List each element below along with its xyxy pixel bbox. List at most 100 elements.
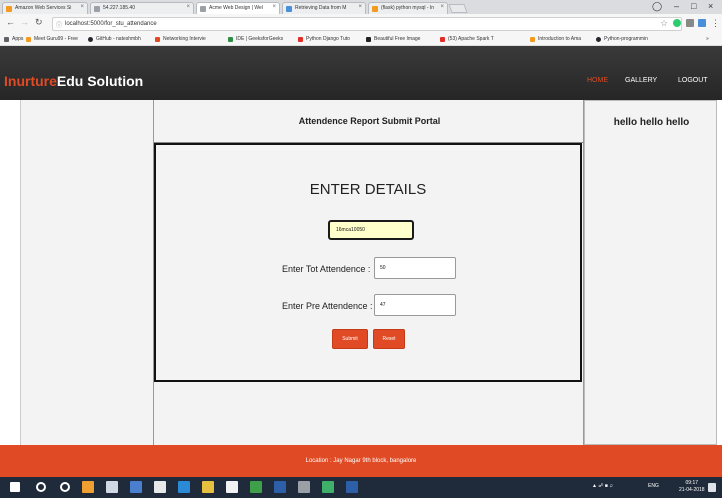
browser-tab[interactable]: Retrieving Data from M × bbox=[282, 2, 366, 14]
bookmark-item[interactable]: Networking Intervie bbox=[155, 36, 206, 42]
cortana-icon[interactable] bbox=[60, 482, 70, 492]
bookmark-item[interactable]: Python-programmin bbox=[596, 36, 648, 42]
app-icon[interactable] bbox=[274, 481, 286, 493]
submit-button[interactable]: Submit bbox=[332, 329, 368, 349]
bookmark-label: Networking Intervie bbox=[163, 36, 206, 42]
footer-location: Location : Jay Nagar 9th block, bangalor… bbox=[305, 458, 417, 464]
nav-home-link[interactable]: HOME bbox=[587, 77, 608, 84]
site-footer: Location : Jay Nagar 9th block, bangalor… bbox=[0, 445, 722, 477]
tab-label: Amazon Web Services Si bbox=[15, 5, 72, 11]
portal-title: Attendence Report Submit Portal bbox=[298, 116, 441, 126]
bookmark-item[interactable]: (53) Apache Spark T bbox=[440, 36, 494, 42]
info-icon: ⓘ bbox=[56, 23, 63, 29]
nav-gallery-link[interactable]: GALLERY bbox=[625, 77, 657, 84]
close-icon[interactable]: × bbox=[186, 4, 190, 10]
bookmark-item[interactable]: IDE | GeeksforGeeks bbox=[228, 36, 283, 42]
back-icon[interactable]: ← bbox=[6, 17, 15, 27]
bookmark-label: Meet Guru99 - Free bbox=[34, 36, 78, 42]
maximize-icon[interactable]: □ bbox=[691, 1, 696, 11]
browser-tab-bar: Amazon Web Services Si × 54.227.185.40 ×… bbox=[0, 0, 722, 14]
url-text: localhost:5000/for_stu_attendance bbox=[65, 21, 157, 27]
sidebar-text: hello hello hello bbox=[613, 117, 690, 128]
bookmark-item[interactable]: GitHub - nateshmbh bbox=[88, 36, 141, 42]
clock-date: 21-04-2018 bbox=[679, 487, 705, 493]
bookmark-item[interactable]: Python Django Tuto bbox=[298, 36, 350, 42]
browser-tab[interactable]: (flask) python mysql - In × bbox=[368, 2, 448, 14]
bookmarks-bar: Apps Meet Guru99 - Free GitHub - nateshm… bbox=[0, 34, 722, 46]
windows-taskbar: ▲ ☍ ■ ♫ ENG 09:17 21-04-2018 bbox=[0, 477, 722, 498]
browser-tab-active[interactable]: Acme Web Design | Wel × bbox=[196, 2, 280, 14]
profile-icon[interactable]: ◯ bbox=[652, 1, 662, 12]
pre-attendance-label: Enter Pre Attendence : bbox=[282, 301, 373, 311]
language-indicator[interactable]: ENG bbox=[648, 483, 659, 489]
file-explorer-icon[interactable] bbox=[202, 481, 214, 493]
app-icon[interactable] bbox=[82, 481, 94, 493]
bookmark-star-icon[interactable]: ☆ bbox=[660, 18, 668, 29]
form-heading: ENTER DETAILS bbox=[309, 181, 427, 198]
close-icon[interactable]: × bbox=[80, 4, 84, 10]
details-form: ENTER DETAILS Enter Tot Attendence : Ent… bbox=[154, 143, 582, 382]
app-icon[interactable] bbox=[106, 481, 118, 493]
bookmarks-overflow-icon[interactable]: » bbox=[706, 36, 709, 42]
github-icon bbox=[596, 37, 601, 42]
url-input[interactable]: ⓘ localhost:5000/for_stu_attendance bbox=[52, 17, 682, 31]
edge-icon[interactable] bbox=[178, 481, 190, 493]
tab-label: Acme Web Design | Wel bbox=[209, 5, 263, 11]
roll-number-input[interactable] bbox=[328, 220, 414, 240]
apps-icon bbox=[4, 37, 9, 42]
bookmark-item[interactable]: Introduction to Ama bbox=[530, 36, 581, 42]
app-icon[interactable] bbox=[346, 481, 358, 493]
geeksforgeeks-icon bbox=[228, 37, 233, 42]
favicon-icon bbox=[372, 6, 378, 12]
store-icon[interactable] bbox=[154, 481, 166, 493]
minimize-icon[interactable]: – bbox=[674, 1, 679, 11]
menu-icon[interactable]: ⋮ bbox=[711, 18, 720, 29]
app-icon[interactable] bbox=[250, 481, 262, 493]
bookmark-label: Python Django Tuto bbox=[306, 36, 350, 42]
close-icon[interactable]: × bbox=[358, 4, 362, 10]
reload-icon[interactable]: ↻ bbox=[35, 17, 43, 28]
browser-tab[interactable]: 54.227.185.40 × bbox=[90, 2, 194, 14]
left-sidebar bbox=[20, 100, 153, 445]
right-sidebar: hello hello hello bbox=[584, 100, 717, 445]
clock[interactable]: 09:17 21-04-2018 bbox=[679, 480, 705, 494]
youtube-icon bbox=[440, 37, 445, 42]
logo-brand: Inurture bbox=[4, 73, 57, 89]
nav-logout-link[interactable]: LOGOUT bbox=[678, 77, 708, 84]
windows-start-icon[interactable] bbox=[10, 482, 20, 492]
notification-icon[interactable] bbox=[708, 483, 716, 492]
bookmark-icon bbox=[155, 37, 160, 42]
site-logo[interactable]: InurtureEdu Solution bbox=[4, 73, 143, 89]
bookmark-item[interactable]: Meet Guru99 - Free bbox=[26, 36, 78, 42]
close-window-icon[interactable]: × bbox=[708, 1, 713, 11]
bookmark-label: (53) Apache Spark T bbox=[448, 36, 494, 42]
clock-time: 09:17 bbox=[685, 480, 699, 486]
tray-icons[interactable]: ▲ ☍ ■ ♫ bbox=[592, 483, 613, 489]
extension-icon[interactable] bbox=[686, 19, 694, 27]
browser-tab[interactable]: Amazon Web Services Si × bbox=[2, 2, 88, 14]
tab-label: Retrieving Data from M bbox=[295, 5, 347, 11]
tot-attendance-input[interactable] bbox=[374, 257, 456, 279]
tab-label: 54.227.185.40 bbox=[103, 5, 135, 11]
bookmark-icon bbox=[530, 37, 535, 42]
reset-button[interactable]: Reset bbox=[373, 329, 405, 349]
bookmark-item[interactable]: Apps bbox=[4, 36, 23, 42]
pre-attendance-input[interactable] bbox=[374, 294, 456, 316]
youtube-icon bbox=[298, 37, 303, 42]
close-icon[interactable]: × bbox=[440, 4, 444, 10]
camera-icon bbox=[366, 37, 371, 42]
extension-icon[interactable] bbox=[673, 19, 681, 27]
app-icon[interactable] bbox=[322, 481, 334, 493]
github-icon bbox=[88, 37, 93, 42]
search-icon[interactable] bbox=[36, 482, 46, 492]
new-tab-button[interactable] bbox=[448, 4, 468, 13]
app-icon[interactable] bbox=[298, 481, 310, 493]
close-icon[interactable]: × bbox=[272, 4, 276, 10]
bookmark-label: Beautiful Free Image bbox=[374, 36, 421, 42]
bookmark-label: IDE | GeeksforGeeks bbox=[236, 36, 284, 42]
app-icon[interactable] bbox=[226, 481, 238, 493]
forward-icon[interactable]: → bbox=[20, 17, 29, 27]
bookmark-item[interactable]: Beautiful Free Image bbox=[366, 36, 420, 42]
extension-icon[interactable] bbox=[698, 19, 706, 27]
app-icon[interactable] bbox=[130, 481, 142, 493]
